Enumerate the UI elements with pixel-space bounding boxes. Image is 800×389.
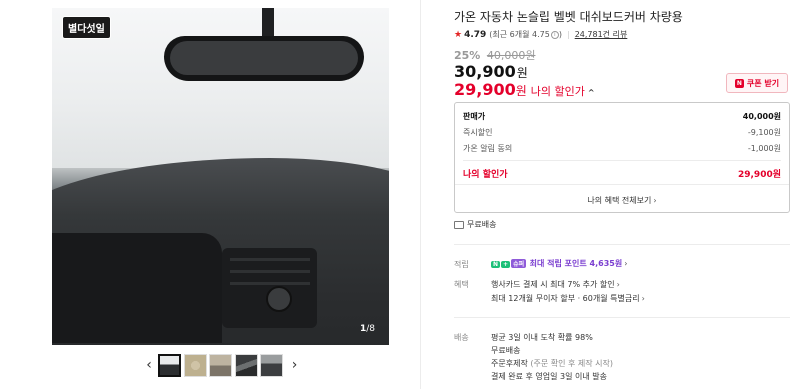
rating-recent: (최근 6개월 4.75 — [489, 30, 550, 39]
info-icon[interactable]: i — [550, 30, 559, 39]
delivery-made-to-order: 주문후제작 (주문 확인 후 제작 시작) — [491, 358, 613, 369]
points-label: 적립 — [454, 260, 469, 269]
chevron-up-icon: ^ — [587, 88, 595, 97]
chevron-right-icon: › — [653, 196, 657, 205]
card-discount-text: 행사카드 결제 시 최대 7% 추가 할인 — [491, 280, 615, 289]
vent-slat — [230, 270, 310, 273]
rating-row: ★ 4.79 (최근 6개월 4.75 i ) | 24,781건 리뷰 — [454, 29, 627, 40]
installment-row[interactable]: 최대 12개월 무이자 할부 · 60개월 특별금리 › — [491, 293, 645, 304]
review-count-link[interactable]: 24,781건 리뷰 — [575, 29, 628, 40]
benefit-link-text: 나의 혜택 전체보기 — [587, 196, 652, 205]
free-shipping-label: 무료배송 — [467, 220, 497, 229]
thumbnail-5[interactable] — [260, 353, 283, 377]
price-row-value: -9,100원 — [747, 128, 781, 137]
my-price-unit: 원 — [515, 84, 527, 98]
star-icon: ★ — [454, 29, 463, 40]
super-badge: 슈퍼 — [511, 259, 527, 268]
coupon-label: 쿠폰 받기 — [746, 78, 780, 88]
section-divider — [454, 317, 790, 318]
price-row-instant-discount: 즉시할인 -9,100원 — [463, 127, 781, 138]
naver-n-icon: N — [491, 261, 501, 268]
truck-icon — [454, 220, 464, 229]
discount-row: 25% 40,000원 — [454, 47, 535, 63]
image-counter-total: /8 — [366, 324, 376, 334]
price-row-my-price: 나의 할인가 29,900원 — [463, 167, 781, 180]
thumb-prev-arrow-icon[interactable]: ‹ — [140, 357, 158, 373]
image-knob — [266, 286, 292, 312]
box-divider — [455, 184, 789, 185]
sale-price: 30,900원 — [454, 62, 528, 81]
section-divider — [454, 244, 790, 245]
plus-icon: + — [501, 261, 511, 268]
sale-price-value: 30,900 — [454, 62, 516, 81]
thumb-next-arrow-icon[interactable]: › — [286, 357, 304, 373]
image-mirror-glass — [170, 41, 358, 75]
chevron-right-icon: › — [616, 280, 620, 289]
get-coupon-button[interactable]: N 쿠폰 받기 — [726, 73, 788, 93]
made-to-order-note: (주문 확인 후 제작 시작) — [527, 359, 614, 368]
chevron-right-icon: › — [624, 259, 628, 268]
price-row-label: 즉시할인 — [463, 128, 493, 137]
original-price: 40,000원 — [486, 49, 536, 62]
price-row-alarm-discount: 가온 알림 동의 -1,000원 — [463, 143, 781, 154]
price-row-label: 판매가 — [463, 112, 486, 121]
delivery-eta: 평균 3일 이내 도착 확률 98% — [491, 333, 593, 342]
vent-slat — [230, 282, 310, 285]
price-row-value: -1,000원 — [747, 144, 781, 153]
card-discount-row[interactable]: 행사카드 결제 시 최대 7% 추가 할인 › — [491, 279, 620, 290]
brand-badge: 별다섯일 — [62, 16, 111, 39]
my-price-label: 나의 할인가 — [530, 85, 585, 98]
thumbnail-strip: ‹ › — [140, 352, 304, 378]
benefits-label: 혜택 — [454, 280, 469, 289]
delivery-dispatch: 결제 완료 후 영업일 3일 이내 발송 — [491, 372, 608, 381]
product-gallery: 별다섯일 1/8 ‹ › — [0, 0, 420, 389]
my-price-row-value: 29,900원 — [737, 170, 781, 180]
max-points-text: 최대 적립 포인트 4,635원 — [529, 259, 623, 268]
product-main-image[interactable] — [52, 8, 389, 345]
rating-separator: | — [566, 30, 570, 39]
discount-percent: 25% — [454, 49, 481, 62]
made-to-order-label: 주문후제작 — [491, 359, 528, 368]
delivery-label: 배송 — [454, 333, 469, 342]
rating-recent-end: ) — [558, 30, 562, 39]
price-row-label: 가온 알림 동의 — [463, 144, 513, 153]
price-row-value: 40,000원 — [742, 112, 781, 121]
sale-price-unit: 원 — [516, 66, 528, 80]
vent-slat — [230, 258, 310, 261]
delivery-free: 무료배송 — [491, 346, 521, 355]
thumbnail-1[interactable] — [158, 353, 181, 377]
panel-divider — [420, 0, 421, 389]
thumbnail-3[interactable] — [209, 353, 232, 377]
thumbnail-2[interactable] — [183, 353, 207, 377]
my-discount-price[interactable]: 29,900원 나의 할인가 ^ — [454, 80, 595, 99]
product-title: 가온 자동차 논슬립 벨벳 대쉬보드커버 차량용 — [454, 10, 683, 24]
chevron-right-icon: › — [641, 294, 645, 303]
my-price-value: 29,900 — [454, 80, 516, 99]
points-row[interactable]: N + 슈퍼 최대 적립 포인트 4,635원 › — [491, 258, 627, 269]
installment-text: 최대 12개월 무이자 할부 · 60개월 특별금리 — [491, 294, 640, 303]
coupon-n-icon: N — [734, 78, 744, 88]
image-counter: 1/8 — [360, 324, 375, 334]
thumbnail-4[interactable] — [234, 353, 258, 377]
price-row-sale: 판매가 40,000원 — [463, 111, 781, 122]
box-divider — [463, 160, 781, 161]
free-shipping-badge: 무료배송 — [454, 219, 496, 230]
rating-score: 4.79 — [464, 29, 487, 40]
price-breakdown-box: 판매가 40,000원 즉시할인 -9,100원 가온 알림 동의 -1,000… — [454, 102, 790, 213]
my-price-row-label: 나의 할인가 — [463, 170, 508, 180]
image-gauge-cluster — [52, 233, 222, 343]
view-all-benefits-link[interactable]: 나의 혜택 전체보기 › — [455, 195, 789, 206]
